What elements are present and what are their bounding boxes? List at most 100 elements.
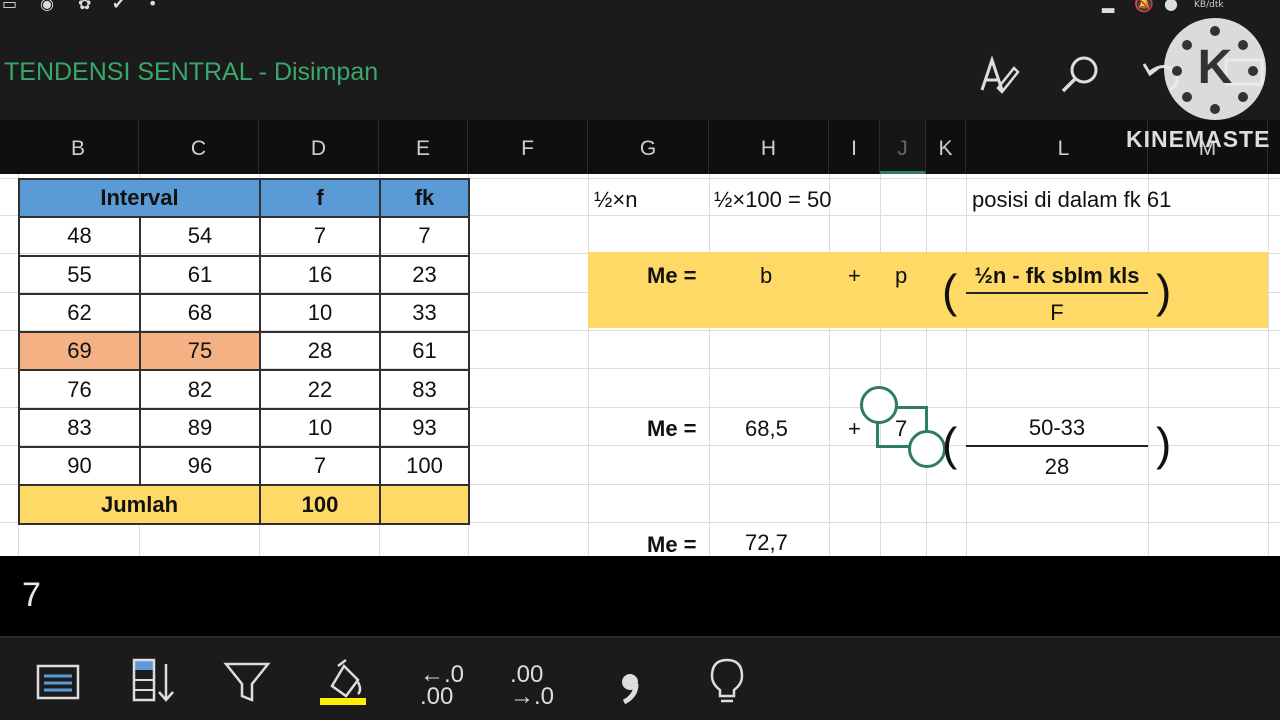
column-header-k[interactable]: K xyxy=(926,120,966,174)
cell-lower[interactable]: 83 xyxy=(18,407,141,449)
column-header-c[interactable]: C xyxy=(139,120,259,174)
watermark-dot xyxy=(1248,66,1258,76)
cell-f[interactable]: 10 xyxy=(259,292,381,334)
decrease-decimal-icon[interactable]: ←.0.00 xyxy=(420,663,464,709)
cell-lower[interactable]: 69 xyxy=(18,331,141,372)
result-me-label[interactable]: Me = xyxy=(647,532,697,556)
formula-numerator[interactable]: ½n - fk sblm kls xyxy=(966,263,1148,289)
column-header-b[interactable]: B xyxy=(18,120,139,174)
header-interval[interactable]: Interval xyxy=(18,177,261,219)
column-header-d[interactable]: D xyxy=(259,120,379,174)
cell-upper[interactable]: 54 xyxy=(139,216,261,257)
substitution-p[interactable]: 7 xyxy=(895,416,907,442)
watermark-dot xyxy=(1238,92,1248,102)
selection-handle-start[interactable] xyxy=(860,386,898,424)
column-header-e[interactable]: E xyxy=(379,120,468,174)
cell-upper[interactable]: 82 xyxy=(139,369,261,410)
formula-p[interactable]: p xyxy=(895,263,907,289)
cell-f[interactable]: 7 xyxy=(259,216,381,257)
result-value[interactable]: 72,7 xyxy=(745,530,788,556)
cell-lower[interactable]: 90 xyxy=(18,446,141,487)
status-icon-tape: ▭ xyxy=(2,0,18,13)
battery-icon: ● xyxy=(1164,0,1178,13)
signal-icon: ▂ xyxy=(1102,0,1115,13)
column-header-i[interactable]: I xyxy=(829,120,880,174)
status-icon-app: ✿ xyxy=(78,0,92,13)
formula-bar[interactable]: 7 xyxy=(0,556,1280,636)
column-header-j[interactable]: J xyxy=(880,120,926,174)
cell-upper[interactable]: 61 xyxy=(139,254,261,295)
gridline xyxy=(1148,174,1149,556)
cell-lower[interactable]: 62 xyxy=(18,292,141,334)
formula-denominator[interactable]: F xyxy=(966,300,1148,326)
cell-fk[interactable]: 100 xyxy=(379,446,470,487)
substitution-b[interactable]: 68,5 xyxy=(745,416,788,442)
cell-fk[interactable]: 33 xyxy=(379,292,470,334)
cell-fk[interactable]: 61 xyxy=(379,331,470,372)
watermark-dot xyxy=(1210,26,1220,36)
header-fk[interactable]: fk xyxy=(379,177,470,219)
formula-b[interactable]: b xyxy=(760,263,772,289)
increase-decimal-icon[interactable]: .00 →.0 xyxy=(510,663,554,709)
comma-style-icon[interactable] xyxy=(604,656,654,706)
total-label[interactable]: Jumlah xyxy=(18,484,261,525)
formula-plus: + xyxy=(848,263,861,288)
column-header-g[interactable]: G xyxy=(588,120,709,174)
cell-f[interactable]: 7 xyxy=(259,446,381,487)
status-icon-dot: • xyxy=(148,0,158,13)
sort-icon[interactable] xyxy=(130,656,180,706)
document-title: TENDENSI SENTRAL - Disimpan xyxy=(4,58,379,86)
table-row: 90 96 7 100 xyxy=(18,446,470,487)
table-row: 83 89 10 93 xyxy=(18,407,470,449)
gridline xyxy=(966,174,967,556)
gridline xyxy=(588,174,589,556)
lightbulb-icon[interactable] xyxy=(702,656,752,706)
formula-fraction-line xyxy=(966,292,1148,294)
wrap-text-icon[interactable] xyxy=(34,656,84,706)
watermark-dot xyxy=(1182,40,1192,50)
search-icon[interactable] xyxy=(1058,52,1102,96)
half-n-label[interactable]: ½×n xyxy=(594,187,637,213)
substitution-paren-open: ( xyxy=(942,418,958,470)
cell-f[interactable]: 28 xyxy=(259,331,381,372)
column-header-f[interactable]: F xyxy=(468,120,588,174)
watermark-dot xyxy=(1182,92,1192,102)
spreadsheet-grid[interactable]: Interval f fk 48 54 7 7 55 61 16 23 62 6… xyxy=(0,174,1280,556)
header-f[interactable]: f xyxy=(259,177,381,219)
substitution-plus: + xyxy=(848,416,861,441)
column-header-h[interactable]: H xyxy=(709,120,829,174)
cell-upper[interactable]: 96 xyxy=(139,446,261,487)
table-row: 62 68 10 33 xyxy=(18,292,470,334)
table-row: 76 82 22 83 xyxy=(18,369,470,410)
cell-f[interactable]: 22 xyxy=(259,369,381,410)
substitution-me-label[interactable]: Me = xyxy=(647,416,697,442)
cell-lower[interactable]: 76 xyxy=(18,369,141,410)
substitution-denominator[interactable]: 28 xyxy=(966,454,1148,480)
cell-upper[interactable]: 68 xyxy=(139,292,261,334)
cell-upper[interactable]: 89 xyxy=(139,407,261,449)
cell-fk[interactable]: 83 xyxy=(379,369,470,410)
draw-icon[interactable] xyxy=(976,52,1020,96)
cell-lower[interactable]: 55 xyxy=(18,254,141,295)
cell-fk[interactable]: 23 xyxy=(379,254,470,295)
cell-f[interactable]: 16 xyxy=(259,254,381,295)
fill-color-icon[interactable] xyxy=(318,656,368,706)
cell-upper[interactable]: 75 xyxy=(139,331,261,372)
cell-fk[interactable]: 7 xyxy=(379,216,470,257)
substitution-numerator[interactable]: 50-33 xyxy=(966,415,1148,441)
mute-icon: 🔕 xyxy=(1134,0,1154,13)
bottom-toolbar: ←.0.00 .00 →.0 xyxy=(0,638,1280,720)
total-f[interactable]: 100 xyxy=(259,484,381,525)
total-fk[interactable] xyxy=(379,484,470,525)
column-header-l[interactable]: L xyxy=(980,120,1148,174)
filter-icon[interactable] xyxy=(222,656,272,706)
selection-handle-end[interactable] xyxy=(908,430,946,468)
position-note[interactable]: posisi di dalam fk 61 xyxy=(972,187,1171,213)
formula-me-label[interactable]: Me = xyxy=(647,263,697,289)
cell-fk[interactable]: 93 xyxy=(379,407,470,449)
kinemaster-label: KINEMASTE xyxy=(1126,126,1271,152)
cell-f[interactable]: 10 xyxy=(259,407,381,449)
formula-bar-value[interactable]: 7 xyxy=(22,576,41,615)
cell-lower[interactable]: 48 xyxy=(18,216,141,257)
half-n-value[interactable]: ½×100 = 50 xyxy=(714,187,831,213)
